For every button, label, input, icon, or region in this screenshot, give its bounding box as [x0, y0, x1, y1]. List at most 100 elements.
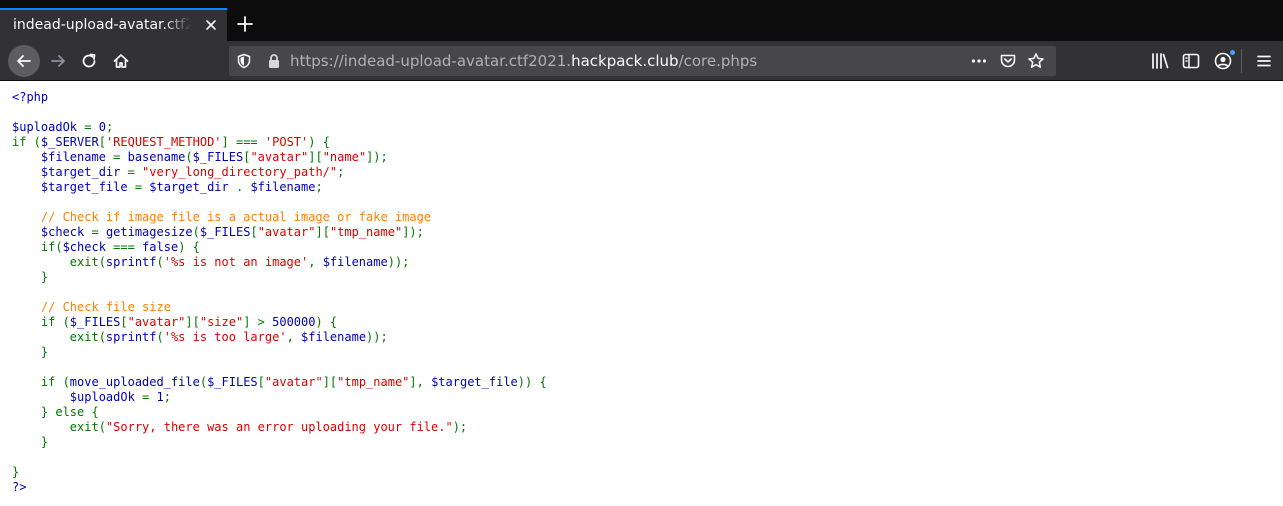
back-button[interactable] [8, 45, 40, 77]
code-token: $target_dir [12, 165, 128, 179]
back-arrow-icon [17, 55, 31, 67]
url-prefix: https://indead-upload-avatar.ctf2021. [290, 52, 572, 70]
code-token: $target_dir [149, 180, 236, 194]
code-token: ], [409, 375, 432, 389]
code-token: ( [156, 255, 164, 269]
code-token: . [235, 180, 251, 194]
code-token: $filename [301, 330, 367, 344]
library-icon[interactable] [1150, 51, 1170, 71]
code-token: [ [120, 315, 128, 329]
code-token: ( [156, 330, 164, 344]
code-token: "name" [322, 150, 367, 164]
code-token: 'REQUEST_METHOD' [105, 135, 222, 149]
code-line: if($check === false) { [12, 240, 200, 254]
code-line: if (move_uploaded_file($_FILES["avatar"]… [12, 375, 547, 389]
code-token: = [113, 150, 128, 164]
code-line: $uploadOk = 0; [12, 120, 113, 134]
more-dots-icon[interactable] [970, 52, 988, 70]
php-source-code: <?php $uploadOk = 0; if ($_SERVER['REQUE… [12, 90, 547, 495]
code-token: ( [192, 225, 200, 239]
forward-button[interactable] [42, 45, 74, 77]
code-token: // Check file size [12, 300, 171, 314]
code-token: ; [337, 165, 345, 179]
code-token: ) { [178, 240, 200, 254]
code-token: = [91, 225, 106, 239]
code-token: "avatar" [127, 315, 186, 329]
url-domain: hackpack.club [571, 52, 679, 70]
forward-arrow-icon [51, 55, 65, 67]
address-bar[interactable]: https://indead-upload-avatar.ctf2021.hac… [229, 46, 1056, 76]
code-token: 0 [98, 120, 106, 134]
code-token: ] > [243, 315, 273, 329]
code-token: ][ [315, 225, 330, 239]
code-token: getimagesize [105, 225, 193, 239]
code-token: )); [366, 330, 388, 344]
code-token: ) { [308, 135, 330, 149]
pocket-icon[interactable] [999, 52, 1017, 70]
code-token: false [142, 240, 179, 254]
code-token: $target_file [431, 375, 518, 389]
code-line: exit(sprintf('%s is not an image', $file… [12, 255, 410, 269]
code-token: $_FILES [69, 315, 121, 329]
lock-icon[interactable] [265, 52, 283, 70]
code-token: ?> [12, 480, 27, 494]
code-token: ); [452, 420, 468, 434]
code-token: ]); [366, 150, 388, 164]
close-icon[interactable] [202, 16, 220, 34]
code-token: ] === [221, 135, 265, 149]
code-token: ][ [185, 315, 200, 329]
code-token: $check [12, 225, 92, 239]
code-token: ][ [322, 375, 338, 389]
code-line: $uploadOk = 1; [12, 390, 171, 404]
code-token: ; [163, 390, 171, 404]
code-line: $target_file = $target_dir . $filename; [12, 180, 323, 194]
code-line: } [12, 435, 48, 449]
star-icon[interactable] [1027, 52, 1045, 70]
code-line: } else { [12, 405, 99, 419]
code-token: = [84, 120, 99, 134]
sidebar-icon[interactable] [1181, 51, 1201, 71]
code-line: exit("Sorry, there was an error uploadin… [12, 420, 467, 434]
code-line: // Check if image file is a actual image… [12, 210, 431, 224]
code-token: $filename [250, 180, 316, 194]
code-token: } [12, 435, 49, 449]
code-line: $check = getimagesize($_FILES["avatar"][… [12, 225, 424, 239]
tab-strip: indead-upload-avatar.ctf2021.hackpack.cl… [0, 0, 1283, 41]
code-token: "size" [199, 315, 244, 329]
code-token: ][ [308, 150, 323, 164]
code-token: [ [98, 135, 106, 149]
toolbar-divider [1241, 49, 1242, 73]
code-token: move_uploaded_file [69, 375, 200, 389]
code-token: [ [250, 225, 258, 239]
code-token: sprintf [105, 255, 157, 269]
code-token: "Sorry, there was an error uploading you… [105, 420, 453, 434]
code-token: "very_long_directory_path/" [142, 165, 338, 179]
shield-icon[interactable] [235, 52, 253, 70]
url-path: /core.phps [678, 52, 758, 70]
code-token: , [286, 330, 302, 344]
code-token: } [12, 465, 20, 479]
code-token: [ [257, 375, 265, 389]
code-token: === [113, 240, 143, 254]
menu-icon[interactable] [1254, 51, 1274, 71]
code-token: $_FILES [207, 375, 258, 389]
code-token: ; [105, 120, 114, 134]
browser-window: indead-upload-avatar.ctf2021.hackpack.cl… [0, 0, 1283, 506]
code-line: } [12, 465, 19, 479]
code-token: basename [127, 150, 186, 164]
tab-active[interactable]: indead-upload-avatar.ctf2021.hackpack.cl… [0, 8, 227, 41]
code-token: $_SERVER [40, 135, 99, 149]
code-line: ?> [12, 480, 26, 494]
home-button[interactable] [105, 45, 137, 77]
reload-button[interactable] [73, 45, 105, 77]
code-token: '%s is not an image' [163, 255, 309, 269]
code-line: // Check file size [12, 300, 171, 314]
code-token: )) { [517, 375, 547, 389]
account-icon[interactable] [1213, 50, 1235, 71]
notification-dot [1230, 50, 1235, 55]
code-line: if ($_FILES["avatar"]["size"] > 500000) … [12, 315, 337, 329]
code-token: } [12, 270, 49, 284]
plus-icon[interactable] [234, 13, 256, 35]
url-text[interactable]: https://indead-upload-avatar.ctf2021.hac… [290, 51, 757, 71]
code-token: = [127, 165, 143, 179]
